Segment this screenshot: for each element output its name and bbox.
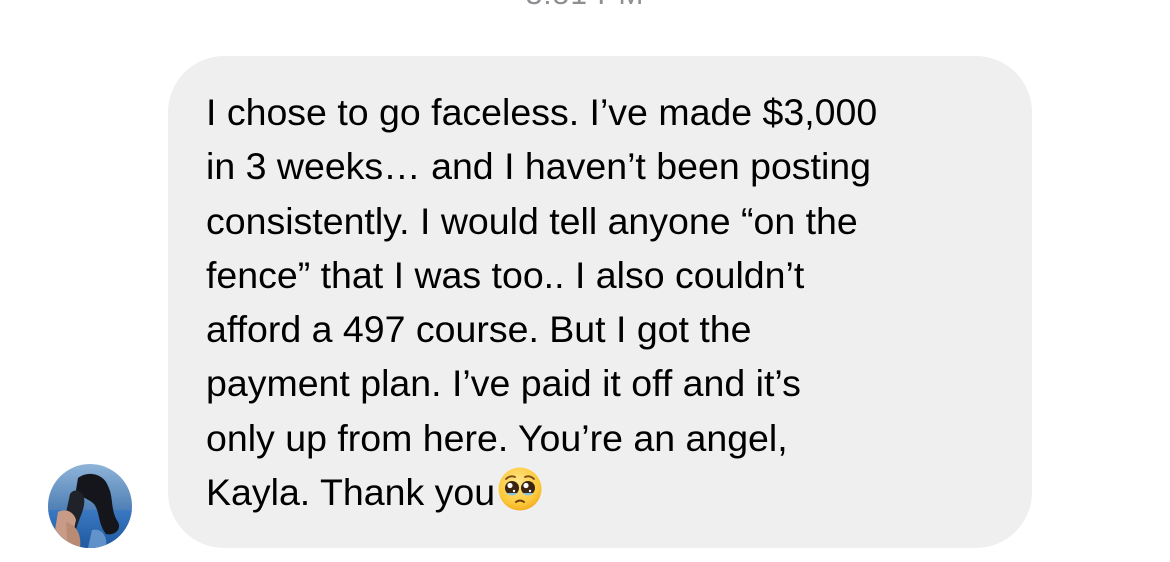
message-bubble[interactable]: I chose to go faceless. I’ve made $3,000… <box>168 56 1032 548</box>
chat-screen: 3:51 PM I chose to go <box>0 0 1170 562</box>
avatar-photo <box>48 464 132 548</box>
sender-avatar[interactable] <box>48 464 132 548</box>
message-text: I chose to go faceless. I’ve made $3,000… <box>206 85 1002 526</box>
message-timestamp: 3:51 PM <box>0 0 1170 12</box>
pleading-face-emoji-icon <box>497 466 543 526</box>
message-body: I chose to go faceless. I’ve made $3,000… <box>206 91 878 514</box>
